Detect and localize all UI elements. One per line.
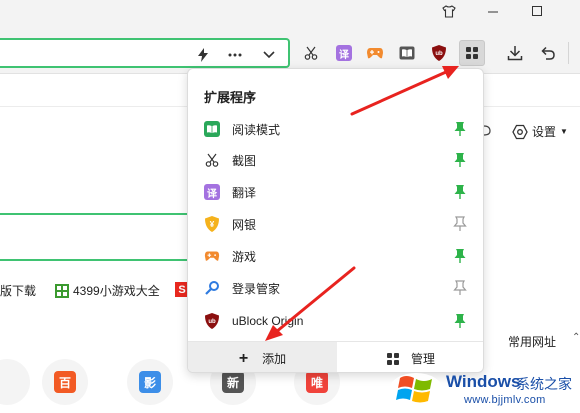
search-input[interactable] <box>0 213 191 261</box>
svg-text:ub: ub <box>208 319 216 325</box>
toolbar-edge <box>568 42 580 64</box>
extension-item-reader[interactable]: 阅读模式 <box>188 114 483 144</box>
chevron-up-icon[interactable]: ⌃ <box>572 332 580 343</box>
caret-down-icon: ▼ <box>560 127 568 136</box>
grid-icon <box>386 352 399 365</box>
extension-name: uBlock Origin <box>232 314 304 328</box>
pin-icon[interactable] <box>453 152 467 168</box>
extensions-popup: 扩展程序 阅读模式 截图 译 翻译 ¥ 网银 游戏 登录管家 ub uBlock… <box>187 68 484 373</box>
watermark: Windows 系统之家 www.bjjmlv.com <box>380 364 580 413</box>
extensions-grid-icon[interactable] <box>459 40 485 66</box>
shirt-icon[interactable] <box>426 0 472 22</box>
settings-label: 设置 <box>532 125 557 139</box>
download-icon[interactable] <box>504 42 526 64</box>
pin-icon[interactable] <box>453 313 467 329</box>
hexagon-gear-icon <box>512 124 528 139</box>
more-icon[interactable] <box>226 46 244 64</box>
common-url-label: 常用网址 <box>508 335 557 349</box>
gamepad-icon <box>204 248 220 264</box>
pin-icon[interactable] <box>453 121 467 137</box>
extension-name: 游戏 <box>232 249 257 264</box>
undo-icon[interactable] <box>537 42 559 64</box>
settings-button[interactable]: 设置 ▼ <box>512 123 568 140</box>
bank-shield-icon: ¥ <box>204 216 220 232</box>
site-label: 新 <box>226 375 239 390</box>
lightning-icon[interactable] <box>194 46 212 64</box>
address-bar[interactable] <box>0 38 290 68</box>
add-label: 添加 <box>262 352 287 366</box>
extension-item-screenshot[interactable]: 截图 <box>188 145 483 175</box>
watermark-subtitle: 系统之家 <box>516 376 572 392</box>
link-4399[interactable]: 4399小游戏大全 <box>55 282 160 299</box>
pin-icon[interactable] <box>453 216 467 232</box>
site-vip[interactable]: 唯 <box>306 371 328 393</box>
link-label: 版下载 <box>0 284 37 298</box>
site-baidu[interactable]: 百 <box>54 371 76 393</box>
extension-name: 阅读模式 <box>232 122 281 137</box>
link-label: 4399小游戏大全 <box>73 284 160 298</box>
ublock-icon[interactable]: ub <box>428 42 450 64</box>
svg-text:¥: ¥ <box>210 220 215 229</box>
site-news[interactable]: 新 <box>222 371 244 393</box>
ublock-icon: ub <box>204 313 220 329</box>
chevron-down-icon[interactable] <box>260 46 278 64</box>
maximize-icon[interactable] <box>514 0 560 22</box>
translate-icon: 译 <box>204 184 220 200</box>
reader-mode-icon <box>204 121 220 137</box>
4399-logo-icon <box>55 283 69 298</box>
title-bar <box>0 0 580 34</box>
extension-item-ublock[interactable]: ub uBlock Origin <box>188 306 483 336</box>
extension-item-bank[interactable]: ¥ 网银 <box>188 209 483 239</box>
extension-name: 截图 <box>232 153 257 168</box>
key-icon <box>204 280 220 296</box>
site-movie[interactable]: 影 <box>139 371 161 393</box>
minimize-icon[interactable] <box>470 0 516 22</box>
screenshot-icon[interactable] <box>300 42 322 64</box>
add-extension-button[interactable]: + 添加 <box>188 342 337 372</box>
svg-text:ub: ub <box>435 51 443 57</box>
popup-title: 扩展程序 <box>204 90 257 105</box>
pin-icon[interactable] <box>453 184 467 200</box>
site-label: 百 <box>58 375 71 390</box>
windows-logo-icon <box>389 373 443 407</box>
game-icon[interactable] <box>364 42 386 64</box>
site-label: 影 <box>143 375 156 390</box>
extension-name: 翻译 <box>232 185 257 200</box>
plus-icon: + <box>238 349 249 367</box>
pin-icon[interactable] <box>453 248 467 264</box>
extension-name: 网银 <box>232 217 257 232</box>
extension-name: 登录管家 <box>232 281 281 296</box>
extension-item-game[interactable]: 游戏 <box>188 241 483 271</box>
extension-item-login[interactable]: 登录管家 <box>188 273 483 303</box>
translate-icon[interactable]: 译 <box>333 42 355 64</box>
watermark-url: www.bjjmlv.com <box>464 394 546 406</box>
watermark-title: Windows <box>446 372 521 391</box>
extension-item-translate[interactable]: 译 翻译 <box>188 177 483 207</box>
scissors-icon <box>204 152 220 168</box>
link-download[interactable]: 版下载 <box>0 282 36 299</box>
pin-icon[interactable] <box>453 280 467 296</box>
site-label: 唯 <box>310 375 323 390</box>
reader-icon[interactable] <box>396 42 418 64</box>
